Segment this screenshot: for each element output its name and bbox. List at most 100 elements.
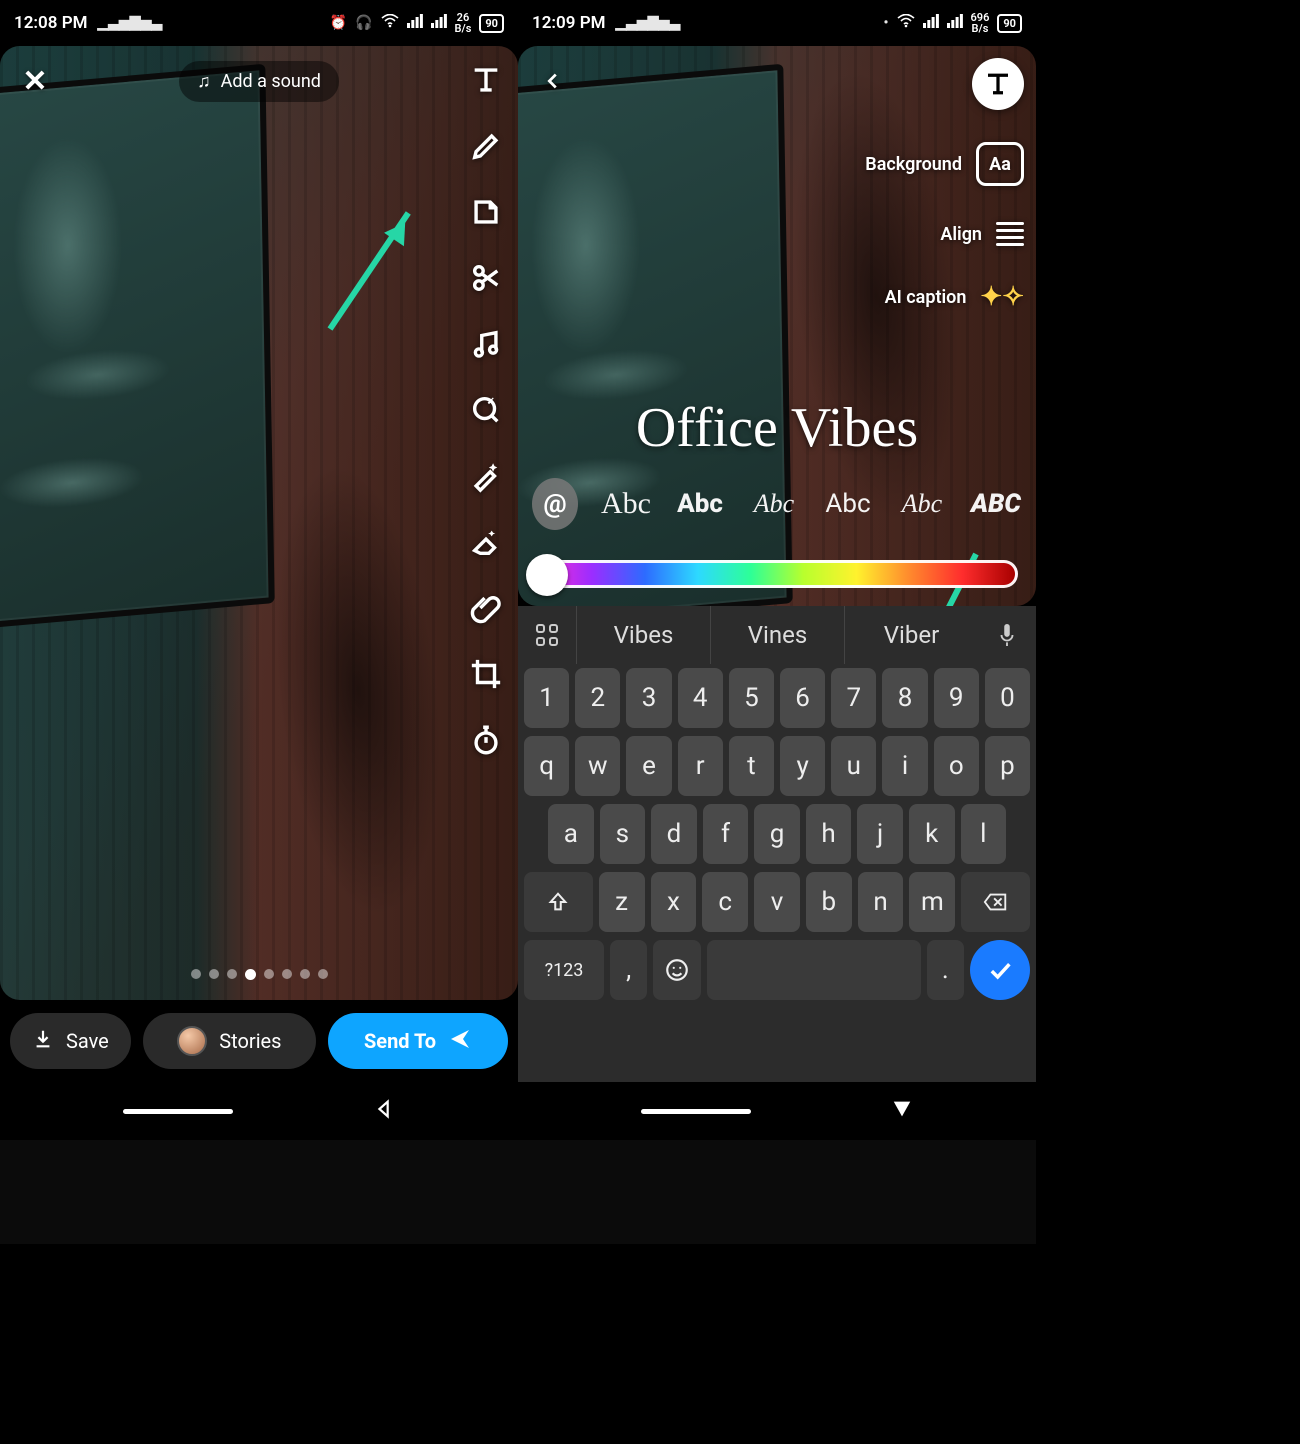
color-slider[interactable] [536,560,1018,588]
align-option[interactable]: Align [940,218,1024,250]
key-comma[interactable]: , [610,940,647,1000]
wifi-icon [897,14,915,32]
ai-caption-label: AI caption [885,287,967,308]
timer-tool-icon[interactable] [466,720,506,760]
key-3[interactable]: 3 [626,668,671,728]
key-enter[interactable] [970,940,1030,1000]
padding-area [1036,0,1300,1244]
font-option-bold[interactable]: Abc [674,489,726,519]
suggestion-3[interactable]: Viber [844,606,978,664]
key-symbols[interactable]: ?123 [524,940,604,1000]
key-period[interactable]: . [927,940,964,1000]
crop-tool-icon[interactable] [466,654,506,694]
key-x[interactable]: x [651,872,697,932]
font-option-serif[interactable]: Abc [896,489,948,519]
mention-button[interactable]: @ [532,478,578,530]
key-v[interactable]: v [754,872,800,932]
attachment-tool-icon[interactable] [466,588,506,628]
key-t[interactable]: t [729,736,774,796]
font-option-script[interactable]: Abc [600,487,652,521]
back-button[interactable] [530,58,576,104]
key-e[interactable]: e [626,736,671,796]
suggestion-1[interactable]: Vibes [576,606,710,664]
keyboard-mic-icon[interactable] [978,606,1036,664]
magic-tool-icon[interactable] [466,456,506,496]
align-icon [996,218,1024,250]
align-label: Align [940,224,982,245]
nav-home-pill[interactable] [641,1109,751,1114]
key-w[interactable]: w [575,736,620,796]
stories-button[interactable]: Stories [143,1013,316,1069]
key-z[interactable]: z [599,872,645,932]
key-l[interactable]: l [961,804,1007,864]
key-space[interactable] [707,940,920,1000]
keyboard-row-1: q w e r t y u i o p [518,732,1036,800]
sticker-tool-icon[interactable] [466,192,506,232]
font-picker-bar[interactable]: @ Abc Abc Abc Abc Abc ABC [518,472,1036,536]
font-option-sans[interactable]: Abc [822,489,874,519]
battery-icon: 90 [479,14,504,33]
key-i[interactable]: i [882,736,927,796]
background-option[interactable]: Background Aa [865,142,1024,186]
key-9[interactable]: 9 [934,668,979,728]
key-d[interactable]: d [651,804,697,864]
text-tool-active-icon[interactable] [972,58,1024,110]
key-c[interactable]: c [702,872,748,932]
font-option-cursive[interactable]: Abc [748,489,800,519]
key-6[interactable]: 6 [780,668,825,728]
signal2-icon [947,14,963,32]
key-j[interactable]: j [857,804,903,864]
add-sound-button[interactable]: ♫ Add a sound [179,61,339,102]
signal-icon [923,14,939,32]
key-u[interactable]: u [831,736,876,796]
text-tool-icon[interactable] [466,60,506,100]
key-2[interactable]: 2 [575,668,620,728]
music-tool-icon[interactable] [466,324,506,364]
key-y[interactable]: y [780,736,825,796]
pencil-tool-icon[interactable] [466,126,506,166]
key-4[interactable]: 4 [678,668,723,728]
lens-tool-icon[interactable] [466,390,506,430]
key-emoji[interactable] [653,940,701,1000]
key-m[interactable]: m [909,872,955,932]
caption-text-input[interactable]: Office Vibes [518,396,1036,460]
alarm-icon: ⏰ [330,15,347,31]
key-1[interactable]: 1 [524,668,569,728]
download-icon [32,1028,54,1055]
padding-area-bottom [0,1244,1300,1444]
key-shift[interactable] [524,872,593,932]
key-n[interactable]: n [858,872,904,932]
key-q[interactable]: q [524,736,569,796]
key-7[interactable]: 7 [831,668,876,728]
key-k[interactable]: k [909,804,955,864]
key-r[interactable]: r [678,736,723,796]
ai-caption-option[interactable]: AI caption ✦✧ [885,282,1024,312]
suggestion-2[interactable]: Vines [710,606,844,664]
key-a[interactable]: a [548,804,594,864]
key-backspace[interactable] [961,872,1030,932]
scissors-tool-icon[interactable] [466,258,506,298]
key-h[interactable]: h [806,804,852,864]
keyboard-apps-icon[interactable] [518,606,576,664]
nav-back-icon[interactable] [891,1098,913,1125]
nav-back-icon[interactable] [373,1098,395,1125]
key-o[interactable]: o [934,736,979,796]
key-5[interactable]: 5 [729,668,774,728]
key-s[interactable]: s [600,804,646,864]
font-option-caps[interactable]: ABC [970,489,1022,519]
nav-home-pill[interactable] [123,1109,233,1114]
key-p[interactable]: p [985,736,1030,796]
key-0[interactable]: 0 [985,668,1030,728]
music-note-icon: ♫ [197,71,211,92]
close-button[interactable]: ✕ [12,58,58,104]
key-b[interactable]: b [806,872,852,932]
system-nav-bar [518,1082,1036,1140]
filter-page-indicator[interactable] [0,969,518,980]
save-button[interactable]: Save [10,1013,131,1069]
color-slider-thumb[interactable] [526,554,568,596]
key-8[interactable]: 8 [882,668,927,728]
key-f[interactable]: f [703,804,749,864]
send-to-button[interactable]: Send To [328,1013,508,1069]
key-g[interactable]: g [754,804,800,864]
eraser-tool-icon[interactable] [466,522,506,562]
